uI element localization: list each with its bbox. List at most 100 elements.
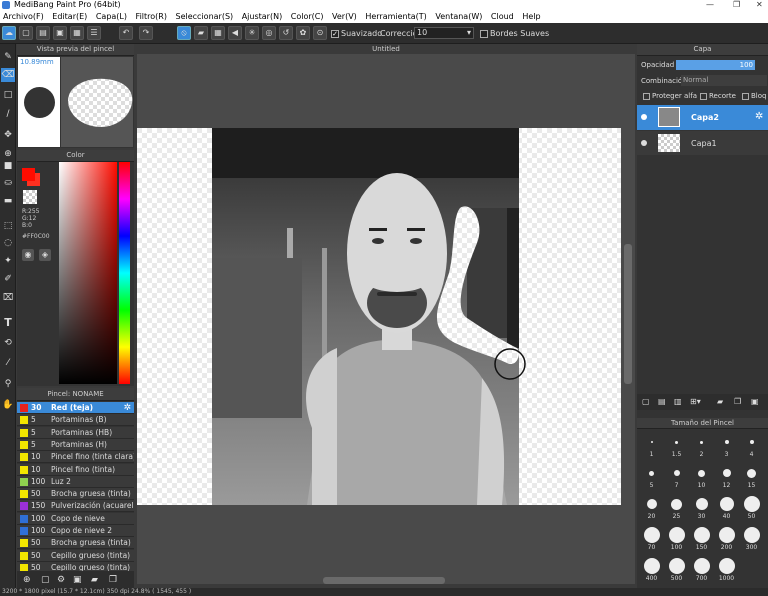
brush-list-item[interactable]: 10 Pincel fino (tinta) — [17, 463, 134, 476]
maximize-button[interactable]: ❐ — [733, 0, 740, 10]
palette-icon[interactable]: ◉ — [22, 249, 34, 261]
document-tab[interactable]: Untitled — [137, 44, 635, 54]
dot-tool-icon[interactable]: □ — [1, 88, 15, 102]
smoothing-checkbox[interactable]: ✓ — [331, 30, 339, 38]
brush-list-item[interactable]: 5 Portaminas (B) — [17, 414, 134, 427]
brush-size-option[interactable]: 5 — [639, 461, 664, 494]
primary-color-swatch[interactable] — [22, 168, 35, 181]
magic-wand-icon[interactable]: ✦ — [1, 254, 15, 268]
add-brush-icon[interactable]: ⊕ — [23, 575, 31, 585]
new-halftone-layer-icon[interactable]: ▤ — [658, 397, 666, 406]
layer-name[interactable]: Capa1 — [691, 139, 717, 148]
vertical-scrollbar[interactable] — [624, 244, 632, 384]
cross-snap-icon[interactable]: ▦ — [211, 26, 225, 40]
menu-ver[interactable]: Ver(V) — [329, 10, 360, 23]
concentric-snap-icon[interactable]: ⊙ — [313, 26, 327, 40]
menu-editar[interactable]: Editar(E) — [49, 10, 90, 23]
divide-tool-icon[interactable]: ⟲ — [1, 336, 15, 350]
clip-checkbox[interactable] — [700, 93, 707, 100]
eyedropper-tool-icon[interactable]: ⁄ — [1, 356, 15, 370]
move-tool-icon[interactable]: ✥ — [1, 128, 15, 142]
new-8bit-layer-icon[interactable]: ▥ — [674, 397, 682, 406]
select-eraser-icon[interactable]: ⌧ — [1, 291, 15, 305]
folder-icon[interactable]: ▰ — [91, 575, 98, 585]
brush-list-item[interactable]: 100 Copo de nieve — [17, 512, 134, 525]
select-tool-icon[interactable]: ⬚ — [1, 219, 15, 233]
lock-checkbox[interactable] — [742, 93, 749, 100]
delete-brush-icon[interactable]: ▣ — [73, 575, 82, 585]
layer-row-capa2[interactable]: Capa2 ✲ — [637, 105, 768, 130]
brush-list-item[interactable]: 150 Pulverización (acuarela) — [17, 500, 134, 513]
brush-size-option[interactable]: 1000 — [714, 554, 739, 587]
brush-list-item[interactable]: 100 Luz 2 — [17, 475, 134, 488]
zoom-tool-icon[interactable]: ⚲ — [1, 377, 15, 391]
brush-size-option[interactable]: 1 — [639, 430, 664, 463]
brush-size-option[interactable]: 500 — [664, 554, 689, 587]
brush-tool-icon[interactable]: ✎ — [1, 50, 15, 64]
brush-settings-icon[interactable]: ⚙ — [57, 575, 65, 585]
gear-icon[interactable]: ✲ — [755, 111, 763, 122]
brush-menu-icon[interactable]: ❐ — [109, 575, 117, 585]
brush-list-item[interactable]: 30 Red (teja) ✲ — [17, 402, 134, 414]
undo-icon[interactable]: ↶ — [119, 26, 133, 40]
no-snap-icon[interactable]: ⦸ — [177, 26, 191, 40]
document-canvas[interactable] — [137, 128, 621, 505]
new-layer-icon[interactable]: ▢ — [642, 397, 650, 406]
horizontal-scrollbar[interactable] — [323, 577, 445, 584]
redo-icon[interactable]: ↷ — [139, 26, 153, 40]
text-tool-icon[interactable]: T — [1, 316, 15, 330]
rotate-snap-icon[interactable]: ✿ — [296, 26, 310, 40]
blend-mode-select[interactable]: Normal — [681, 75, 767, 86]
select-pen-icon[interactable]: ✐ — [1, 272, 15, 286]
brush-list-item[interactable]: 50 Brocha gruesa (tinta) — [17, 537, 134, 550]
brush-size-option[interactable]: 100 — [664, 523, 689, 556]
protect-alpha-checkbox[interactable] — [643, 93, 650, 100]
save-icon[interactable]: ▣ — [53, 26, 67, 40]
add-layer-menu-icon[interactable]: ⊞▾ — [690, 397, 701, 406]
eraser-tool-icon[interactable]: ⌫ — [1, 68, 15, 82]
menu-archivo[interactable]: Archivo(F) — [0, 10, 47, 23]
menu-herramienta[interactable]: Herramienta(T) — [362, 10, 429, 23]
menu-seleccionar[interactable]: Seleccionar(S) — [173, 10, 237, 23]
eye-icon[interactable] — [641, 140, 647, 146]
line-tool-icon[interactable]: ∕ — [1, 107, 15, 121]
brush-size-option[interactable]: 150 — [689, 523, 714, 556]
brush-list-item[interactable]: 10 Pincel fino (tinta clara) — [17, 451, 134, 464]
brush-size-option[interactable]: 4 — [739, 430, 764, 463]
brush-size-option[interactable]: 30 — [689, 492, 714, 525]
layer-name[interactable]: Capa2 — [691, 113, 719, 122]
brush-size-option[interactable]: 1.5 — [664, 430, 689, 463]
grid-icon[interactable]: ▦ — [70, 26, 84, 40]
brush-list-item[interactable]: 100 Copo de nieve 2 — [17, 525, 134, 537]
brush-size-option[interactable]: 15 — [739, 461, 764, 494]
transparent-color-swatch[interactable] — [23, 190, 37, 204]
menu-filtro[interactable]: Filtro(R) — [133, 10, 170, 23]
brush-size-option[interactable]: 20 — [639, 492, 664, 525]
brush-list-item[interactable]: 5 Portaminas (H) — [17, 438, 134, 451]
menu-cloud[interactable]: Cloud — [488, 10, 517, 23]
circle-snap-icon[interactable]: ◎ — [262, 26, 276, 40]
parallel-snap-icon[interactable]: ▰ — [194, 26, 208, 40]
minimize-button[interactable]: — — [706, 0, 714, 10]
soft-edges-checkbox[interactable] — [480, 30, 488, 38]
brush-list-item[interactable]: 5 Portaminas (HB) — [17, 426, 134, 439]
brush-size-option[interactable]: 400 — [639, 554, 664, 587]
menu-color[interactable]: Color(C) — [288, 10, 327, 23]
layer-row-capa1[interactable]: Capa1 — [637, 131, 768, 155]
brush-size-option[interactable]: 40 — [714, 492, 739, 525]
radial-snap-icon[interactable]: ✳ — [245, 26, 259, 40]
brush-size-option[interactable]: 25 — [664, 492, 689, 525]
color-history-icon[interactable]: ◈ — [39, 249, 51, 261]
delete-layer-icon[interactable]: ▣ — [751, 397, 759, 406]
close-button[interactable]: ✕ — [756, 0, 763, 10]
brush-size-option[interactable]: 7 — [664, 461, 689, 494]
brush-list-item[interactable]: 50 Brocha gruesa (tinta) — [17, 488, 134, 501]
correction-select[interactable]: 10 ▾ — [414, 27, 474, 39]
brush-size-option[interactable]: 300 — [739, 523, 764, 556]
vanish-snap-icon[interactable]: ◀ — [228, 26, 242, 40]
hue-slider[interactable] — [119, 162, 130, 384]
duplicate-brush-icon[interactable]: ▢ — [41, 575, 50, 585]
menu-capa[interactable]: Capa(L) — [93, 10, 130, 23]
curve-snap-icon[interactable]: ↺ — [279, 26, 293, 40]
cloud-icon[interactable]: ☁ — [2, 26, 16, 40]
